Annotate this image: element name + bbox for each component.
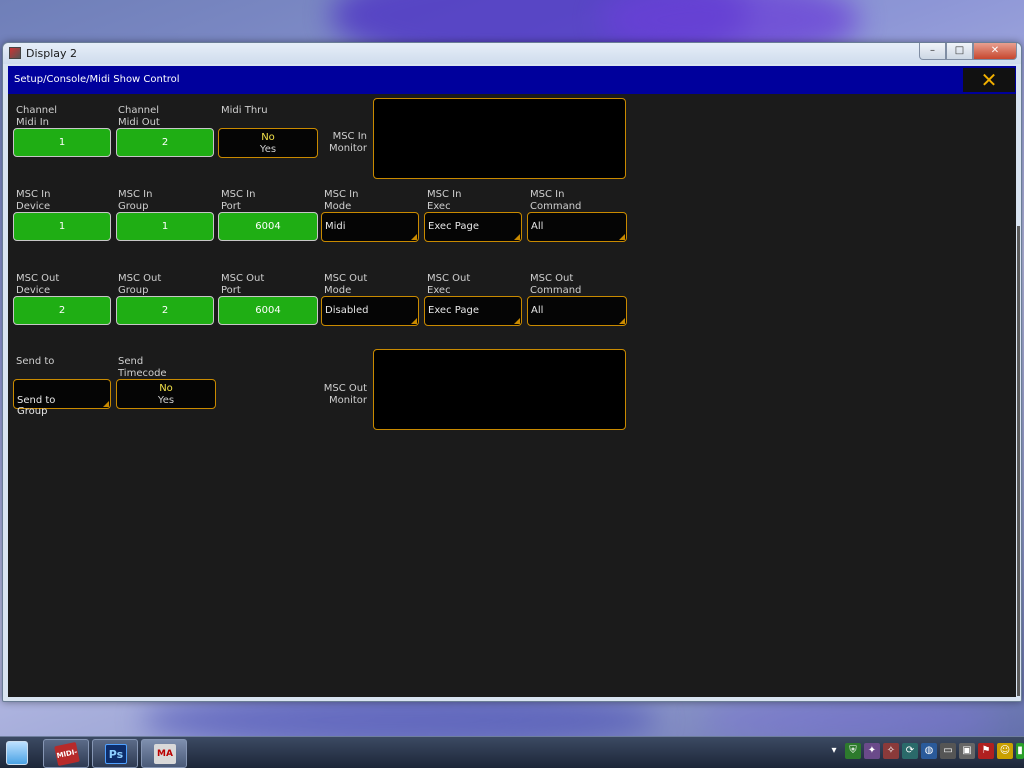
maximize-button[interactable]: □ [946, 43, 973, 60]
wallpaper-swirl [700, 700, 1000, 740]
dropdown-corner-icon [514, 318, 520, 324]
msc-out-exec-value: Exec Page [428, 305, 479, 316]
taskbar: MIDI-OX Ps MA ▾ ⛨ ✦ ✧ ⟳ ◍ ▭ ▣ ⚑ ☺ ▮ [0, 736, 1024, 768]
msc-out-command-label: MSC Out Command [530, 273, 582, 296]
msc-out-mode-label: MSC Out Mode [324, 273, 368, 296]
tray-arrow-icon[interactable]: ▾ [826, 743, 842, 759]
send-timecode-alternate-option: Yes [157, 395, 175, 406]
msc-in-group-label: MSC In Group [118, 189, 153, 212]
grandma-onpc-icon: MA [154, 744, 176, 764]
channel-midi-in-button[interactable]: 1 [13, 128, 111, 157]
tray-network-icon[interactable]: ✦ [864, 743, 880, 759]
tray-flag-icon[interactable]: ⚑ [978, 743, 994, 759]
dropdown-corner-icon [619, 318, 625, 324]
midi-thru-alternate-option: Yes [259, 144, 277, 155]
msc-in-device-button[interactable]: 1 [13, 212, 111, 241]
send-timecode-toggle[interactable]: No Yes [116, 379, 216, 409]
msc-in-command-select[interactable]: All [527, 212, 627, 242]
send-to-value: Send to Group [17, 395, 56, 417]
msc-out-port-button[interactable]: 6004 [218, 296, 318, 325]
msc-in-exec-label: MSC In Exec [427, 189, 462, 212]
msc-out-port-label: MSC Out Port [221, 273, 265, 296]
channel-midi-out-button[interactable]: 2 [116, 128, 214, 157]
photoshop-icon: Ps [105, 744, 127, 764]
tray-monitor-icon[interactable]: ▭ [940, 743, 956, 759]
msc-in-mode-value: Midi [325, 221, 346, 232]
msc-in-exec-value: Exec Page [428, 221, 479, 232]
tray-tool-icon[interactable]: ✧ [883, 743, 899, 759]
window-titlebar[interactable]: Display 2 – □ ✕ [3, 43, 1021, 64]
taskbar-item-photoshop[interactable]: Ps [92, 739, 138, 768]
msc-in-monitor-label: MSC In Monitor [328, 131, 367, 154]
setup-header-bar: Setup/Console/Midi Show Control ✕ [8, 66, 1016, 94]
msc-out-command-select[interactable]: All [527, 296, 627, 326]
msc-in-device-label: MSC In Device [16, 189, 51, 212]
close-icon[interactable]: ✕ [963, 68, 1015, 92]
msc-out-exec-label: MSC Out Exec [427, 273, 471, 296]
dropdown-corner-icon [411, 234, 417, 240]
midi-thru-toggle[interactable]: No Yes [218, 128, 318, 158]
channel-midi-out-label: Channel Midi Out [118, 105, 160, 128]
tray-globe-icon[interactable]: ◍ [921, 743, 937, 759]
tray-sync-icon[interactable]: ⟳ [902, 743, 918, 759]
msc-in-group-button[interactable]: 1 [116, 212, 214, 241]
display-2-window: Display 2 – □ ✕ Setup/Console/Midi Show … [2, 42, 1022, 702]
tray-users-icon[interactable]: ☺ [997, 743, 1013, 759]
msc-in-mode-select[interactable]: Midi [321, 212, 419, 242]
msc-in-exec-select[interactable]: Exec Page [424, 212, 522, 242]
msc-in-port-label: MSC In Port [221, 189, 256, 212]
msc-out-mode-value: Disabled [325, 305, 369, 316]
msc-in-mode-label: MSC In Mode [324, 189, 359, 212]
midi-thru-label: Midi Thru [221, 105, 268, 116]
msc-out-monitor-label: MSC Out Monitor [323, 383, 367, 406]
msc-in-port-button[interactable]: 6004 [218, 212, 318, 241]
start-button[interactable] [6, 741, 28, 765]
tray-security-icon[interactable]: ⛨ [845, 743, 861, 759]
send-to-label: Send to [16, 356, 55, 367]
send-timecode-selected-option: No [159, 383, 173, 394]
msc-out-group-label: MSC Out Group [118, 273, 162, 296]
window-controls: – □ ✕ [919, 43, 1017, 60]
msc-out-device-label: MSC Out Device [16, 273, 60, 296]
dropdown-corner-icon [411, 318, 417, 324]
msc-in-command-value: All [531, 221, 544, 232]
msc-out-exec-select[interactable]: Exec Page [424, 296, 522, 326]
msc-out-command-value: All [531, 305, 544, 316]
midi-thru-selected-option: No [261, 132, 275, 143]
msc-setup-panel: Setup/Console/Midi Show Control ✕ Channe… [8, 66, 1020, 697]
send-to-select[interactable]: Send to Group [13, 379, 111, 417]
taskbar-item-grandma[interactable]: MA [141, 739, 187, 768]
channel-midi-in-label: Channel Midi In [16, 105, 58, 128]
window-close-button[interactable]: ✕ [973, 43, 1017, 60]
breadcrumb: Setup/Console/Midi Show Control [14, 74, 180, 85]
taskbar-item-midi-ox[interactable]: MIDI-OX [43, 739, 89, 768]
msc-out-monitor [373, 349, 626, 430]
msc-out-device-button[interactable]: 2 [13, 296, 111, 325]
dropdown-corner-icon [514, 234, 520, 240]
tray-chat-icon[interactable]: ▣ [959, 743, 975, 759]
system-tray: ▾ ⛨ ✦ ✧ ⟳ ◍ ▭ ▣ ⚑ ☺ ▮ [826, 743, 1024, 763]
tray-battery-icon[interactable]: ▮ [1016, 743, 1024, 759]
dropdown-corner-icon [103, 401, 109, 407]
minimize-button[interactable]: – [919, 43, 946, 60]
scrollbar[interactable] [1017, 226, 1020, 696]
send-timecode-label: Send Timecode [118, 356, 167, 379]
dropdown-corner-icon [619, 234, 625, 240]
msc-in-command-label: MSC In Command [530, 189, 582, 212]
msc-in-monitor [373, 98, 626, 179]
msc-out-mode-select[interactable]: Disabled [321, 296, 419, 326]
msc-out-group-button[interactable]: 2 [116, 296, 214, 325]
window-title: Display 2 [26, 47, 78, 60]
midi-ox-icon: MIDI-OX [54, 741, 80, 767]
app-icon [9, 47, 21, 59]
